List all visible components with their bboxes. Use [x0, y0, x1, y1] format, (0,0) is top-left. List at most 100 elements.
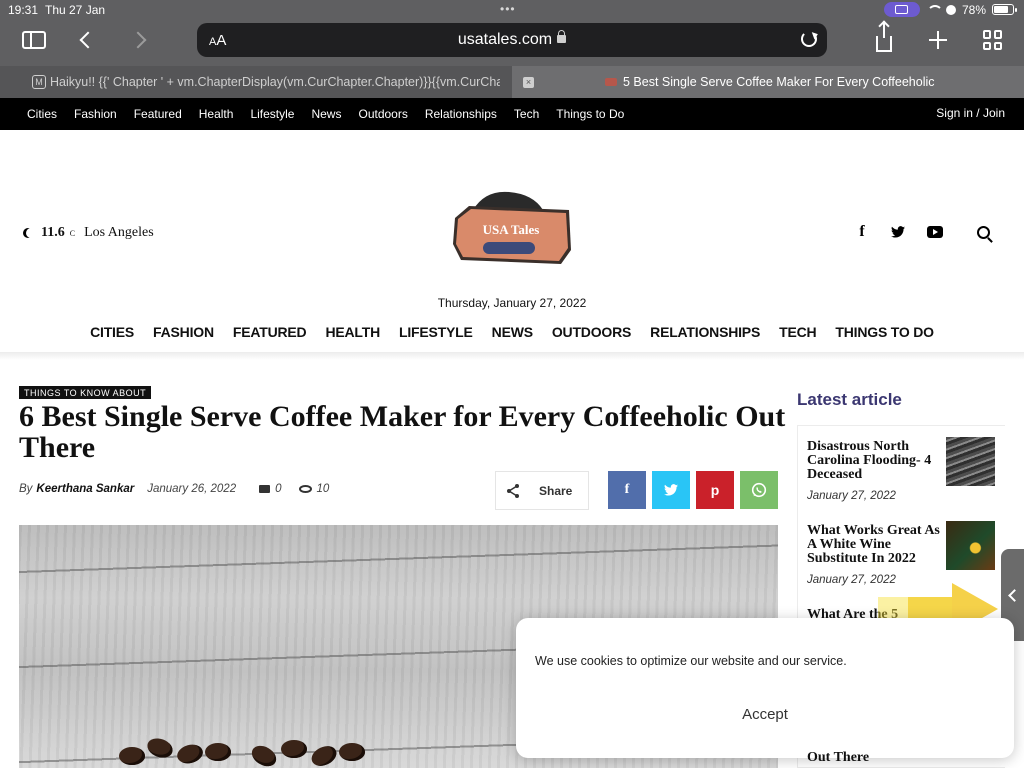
lock-icon: [557, 30, 567, 43]
share-facebook-button[interactable]: f: [608, 471, 646, 509]
facebook-icon[interactable]: f: [855, 223, 869, 240]
topbar-item-health[interactable]: Health: [199, 107, 234, 121]
tab-title: 5 Best Single Serve Coffee Maker For Eve…: [623, 75, 935, 89]
eye-icon: [298, 485, 312, 493]
nav-item-health[interactable]: HEALTH: [325, 324, 380, 340]
tab-overview-button[interactable]: [977, 26, 1009, 54]
latest-article-title[interactable]: Disastrous North Carolina Flooding- 4 De…: [807, 440, 947, 482]
pinterest-icon: p: [710, 482, 720, 498]
author-link[interactable]: Keerthana Sankar: [36, 483, 134, 495]
reload-icon[interactable]: [801, 31, 817, 47]
topbar-item-relationships[interactable]: Relationships: [425, 107, 497, 121]
topbar-item-fashion[interactable]: Fashion: [74, 107, 117, 121]
share-pinterest-button[interactable]: p: [696, 471, 734, 509]
nav-item-cities[interactable]: CITIES: [90, 324, 134, 340]
tab-favicon-icon: [605, 78, 617, 86]
tab-coffee-maker[interactable]: × 5 Best Single Serve Coffee Maker For E…: [512, 66, 1024, 98]
latest-article-title[interactable]: What Works Great As A White Wine Substit…: [807, 524, 947, 566]
multitasking-dots-icon[interactable]: •••: [500, 2, 516, 16]
twitter-icon[interactable]: [891, 224, 905, 240]
browser-chrome: 19:31 Thu 27 Jan ••• 78% AA usatales.com…: [0, 0, 1024, 98]
coffee-bean: [205, 743, 231, 761]
screen-mirroring-icon: [883, 2, 920, 17]
site-logo[interactable]: USA Tales: [451, 188, 575, 272]
focus-icon: [945, 4, 956, 15]
chevron-right-icon: [129, 31, 147, 49]
topbar-item-outdoors[interactable]: Outdoors: [358, 107, 407, 121]
chevron-left-icon: [1008, 588, 1021, 602]
weather-city: Los Angeles: [84, 225, 154, 240]
comments-count[interactable]: 0: [259, 483, 282, 495]
main-navigation: CITIES FASHION FEATURED HEALTH LIFESTYLE NEWS…: [0, 324, 1024, 340]
views-value: 10: [316, 483, 330, 495]
article-title: 6 Best Single Serve Coffee Maker for Eve…: [19, 400, 786, 464]
whatsapp-icon: [751, 482, 767, 498]
tab-close-icon[interactable]: ×: [523, 77, 534, 88]
nav-item-outdoors[interactable]: OUTDOORS: [552, 324, 631, 340]
cookie-consent-dialog: We use cookies to optimize our website a…: [516, 618, 1014, 758]
nav-item-tech[interactable]: TECH: [779, 324, 817, 340]
byline-prefix: By: [19, 483, 33, 495]
article-title-partial: Out There: [807, 750, 870, 765]
cookie-accept-button[interactable]: Accept: [516, 706, 1014, 723]
forward-button[interactable]: [122, 26, 154, 54]
topbar-item-lifestyle[interactable]: Lifestyle: [250, 107, 294, 121]
topbar-item-things-to-do[interactable]: Things to Do: [556, 107, 624, 121]
header-date: Thursday, January 27, 2022: [437, 296, 587, 310]
address-url: usatales.com: [197, 30, 827, 49]
battery-percent: 78%: [961, 2, 986, 17]
latest-article-thumbnail[interactable]: [946, 521, 995, 570]
facebook-icon: f: [624, 482, 630, 497]
nav-item-lifestyle[interactable]: LIFESTYLE: [399, 324, 473, 340]
battery-icon: [992, 4, 1017, 15]
search-icon[interactable]: [977, 225, 990, 239]
latest-article-item[interactable]: What Works Great As A White Wine Substit…: [807, 524, 947, 587]
nav-item-relationships[interactable]: RELATIONSHIPS: [650, 324, 760, 340]
status-date: Thu 27 Jan: [45, 3, 106, 17]
topbar-item-tech[interactable]: Tech: [514, 107, 539, 121]
nav-item-news[interactable]: NEWS: [492, 324, 533, 340]
site-topbar: Cities Fashion Featured Health Lifestyle News…: [0, 98, 1024, 130]
weather-widget: 11.6 C Los Angeles: [22, 225, 154, 241]
category-badge[interactable]: THINGS TO KNOW ABOUT: [19, 386, 152, 399]
comment-icon: [259, 485, 271, 493]
tab-haikyu[interactable]: M Haikyu!! {{' Chapter ' + vm.ChapterDis…: [0, 66, 512, 98]
nav-item-fashion[interactable]: FASHION: [153, 324, 214, 340]
share-label: Share: [539, 483, 573, 498]
share-twitter-button[interactable]: [652, 471, 690, 509]
tab-title: Haikyu!! {{' Chapter ' + vm.ChapterDispl…: [50, 75, 500, 89]
moon-icon: [26, 228, 36, 238]
sidebar-toggle-button[interactable]: [18, 26, 50, 54]
latest-article-item[interactable]: Disastrous North Carolina Flooding- 4 De…: [807, 440, 947, 503]
weather-temperature: 11.6: [41, 225, 65, 240]
youtube-icon[interactable]: [927, 226, 943, 238]
views-count: 10: [298, 483, 330, 495]
topbar-item-news[interactable]: News: [311, 107, 341, 121]
topbar-item-featured[interactable]: Featured: [134, 107, 182, 121]
sidebar-icon: [22, 31, 46, 49]
new-tab-button[interactable]: [922, 26, 954, 54]
latest-article-thumbnail[interactable]: [946, 437, 995, 486]
tab-favicon-icon: M: [32, 75, 46, 89]
address-bar[interactable]: AA usatales.com: [197, 23, 827, 57]
latest-articles-title: Latest article: [797, 390, 902, 409]
nav-item-featured[interactable]: FEATURED: [233, 324, 307, 340]
signin-link[interactable]: Sign in / Join: [936, 106, 1005, 120]
coffee-bean: [175, 741, 205, 767]
coffee-bean: [119, 747, 145, 765]
share-nodes-icon: [507, 483, 521, 498]
twitter-icon: [664, 484, 678, 496]
share-label-box[interactable]: Share: [495, 471, 589, 510]
latest-article-date: January 27, 2022: [807, 490, 896, 502]
status-right: 78%: [883, 2, 1017, 17]
share-whatsapp-button[interactable]: [740, 471, 778, 509]
topbar-menu: Cities Fashion Featured Health Lifestyle News…: [27, 107, 641, 121]
article-meta: By Keerthana Sankar January 26, 2022 0 1…: [19, 483, 329, 495]
nav-divider: [0, 352, 1024, 360]
topbar-item-cities[interactable]: Cities: [27, 107, 57, 121]
share-page-button[interactable]: [868, 22, 900, 54]
back-button[interactable]: [72, 26, 104, 54]
coffee-bean: [144, 735, 176, 761]
plus-icon: [929, 31, 947, 49]
nav-item-things-to-do[interactable]: THINGS TO DO: [835, 324, 934, 340]
